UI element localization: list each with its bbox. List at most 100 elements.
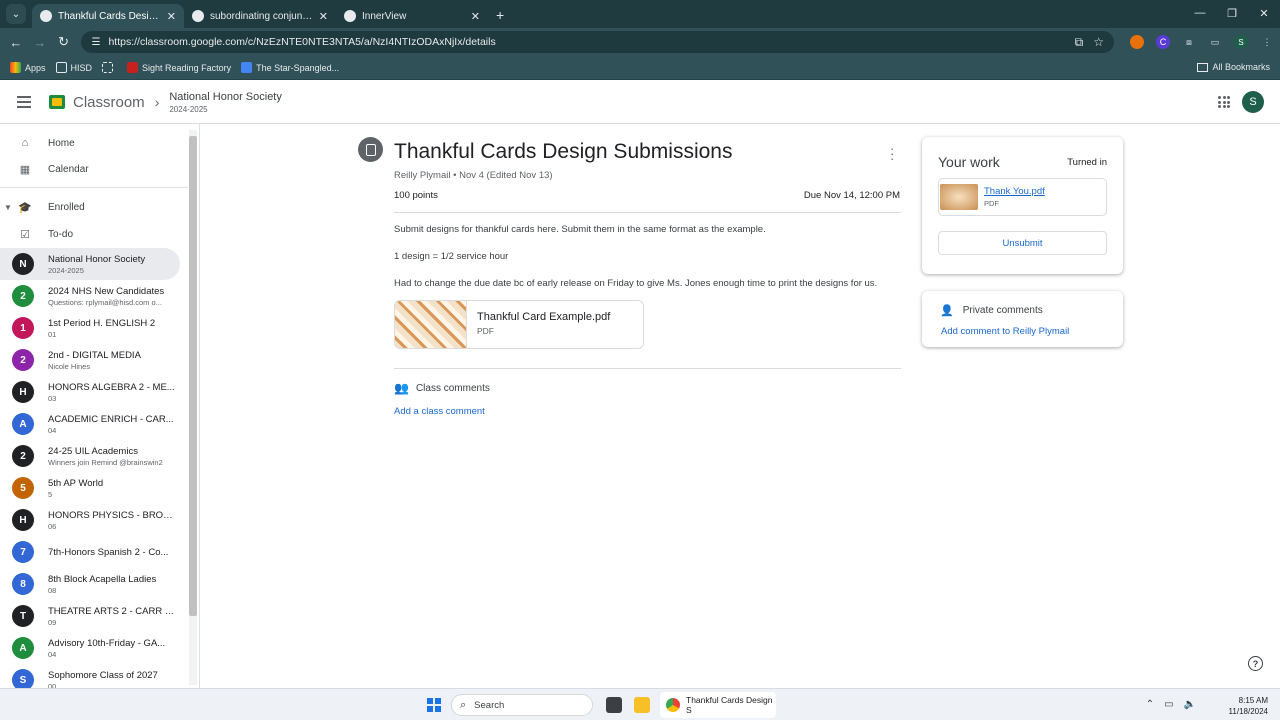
browser-tab-2[interactable]: InnerView ✕ (336, 4, 488, 28)
classroom-logo-icon[interactable] (49, 95, 65, 109)
scrollbar-thumb[interactable] (189, 136, 197, 616)
breadcrumb[interactable]: National Honor Society 2024-2025 (169, 91, 282, 114)
add-class-comment-link[interactable]: Add a class comment (394, 406, 485, 417)
assignment-meta: Reilly Plymail • Nov 4 (Edited Nov 13) (394, 170, 553, 181)
restore-icon[interactable]: ❐ (1216, 0, 1248, 26)
divider (394, 368, 901, 369)
profile-icon[interactable]: S (1234, 35, 1249, 49)
more-options-icon[interactable]: · · · (890, 142, 896, 165)
cast-icon[interactable]: ▭ (1208, 35, 1222, 49)
main-menu-icon[interactable] (17, 93, 31, 111)
file-name-link[interactable]: Thank You.pdf (984, 186, 1045, 197)
browser-tab-0[interactable]: Thankful Cards Design Submiss ✕ (32, 4, 184, 28)
attachment-card[interactable]: Thankful Card Example.pdf PDF (394, 300, 644, 349)
brand-name[interactable]: Classroom (73, 94, 145, 111)
sidebar-class-1[interactable]: 2 2024 NHS New Candidates Questions: rply… (0, 280, 180, 312)
class-name: 5th AP World (48, 477, 104, 489)
close-window-icon[interactable]: ✕ (1248, 0, 1280, 26)
avatar[interactable]: S (1242, 91, 1264, 113)
volume-icon[interactable]: 🔈 (1184, 699, 1196, 710)
install-icon[interactable]: ⧉ (1075, 35, 1084, 50)
sidebar-class-7[interactable]: 5 5th AP World 5 (0, 472, 180, 504)
sidebar-class-5[interactable]: A ACADEMIC ENRICH - CAR... 04 (0, 408, 180, 440)
bookmarks-bar: Apps HISD Sight Reading Factory The Star… (0, 56, 1280, 80)
bookmark-star-icon[interactable]: ☆ (1093, 35, 1104, 49)
class-sub: Nicole Hines (48, 361, 91, 371)
site-info-icon[interactable]: ☰ (91, 37, 100, 48)
sidebar-item-todo[interactable]: ☑ To-do (0, 221, 188, 247)
sidebar-class-3[interactable]: 2 2nd - DIGITAL MEDIA Nicole Hines (0, 344, 180, 376)
add-private-comment-link[interactable]: Add comment to Reilly Plymail (941, 326, 1069, 337)
all-bookmarks[interactable]: All Bookmarks (1197, 62, 1270, 72)
sidebar-class-9[interactable]: 7 7th-Honors Spanish 2 - Co... (0, 536, 180, 568)
reload-icon[interactable]: ↻ (52, 34, 76, 50)
sidebar-class-12[interactable]: A Advisory 10th-Friday - GA... 04 (0, 632, 180, 664)
sidebar-scrollbar[interactable] (189, 130, 197, 685)
close-tab-icon[interactable]: ✕ (471, 10, 480, 23)
sidebar-item-enrolled[interactable]: ▼ 🎓 Enrolled (0, 194, 188, 220)
bookmark-apps[interactable]: Apps (10, 62, 46, 73)
close-tab-icon[interactable]: ✕ (319, 10, 328, 23)
address-bar[interactable]: ☰ https://classroom.google.com/c/NzEzNTE… (81, 31, 1115, 53)
sidebar-item-label: Enrolled (48, 201, 85, 213)
class-avatar: T (12, 605, 34, 627)
grid-icon (102, 62, 114, 73)
tab-title: Thankful Cards Design Submiss (58, 10, 161, 22)
class-avatar: 5 (12, 477, 34, 499)
class-avatar: H (12, 381, 34, 403)
bookmark-sight-reading[interactable]: Sight Reading Factory (127, 62, 231, 73)
bookmark-label: The Star-Spangled... (256, 62, 340, 73)
forward-icon[interactable]: → (28, 35, 52, 50)
tab-search-button[interactable]: ⌄ (6, 4, 26, 24)
taskbar-app-label: Thankful Cards Design S (686, 695, 773, 715)
class-avatar: H (12, 509, 34, 531)
task-view-icon[interactable] (606, 697, 622, 713)
unsubmit-button[interactable]: Unsubmit (938, 231, 1107, 255)
class-avatar: 1 (12, 317, 34, 339)
bookmark-hisd[interactable]: HISD (55, 62, 92, 73)
google-apps-icon[interactable] (1218, 96, 1230, 108)
class-name: 8th Block Acapella Ladies (48, 573, 157, 585)
sidebar-class-8[interactable]: H HONORS PHYSICS - BROW... 06 (0, 504, 180, 536)
windows-start-icon[interactable] (427, 698, 441, 712)
sidebar-class-13[interactable]: S Sophomore Class of 2027 00 (0, 664, 180, 688)
taskbar-chrome-app[interactable]: Thankful Cards Design S (660, 692, 776, 718)
sidebar-class-4[interactable]: H HONORS ALGEBRA 2 - ME... 03 (0, 376, 180, 408)
submitted-file[interactable]: Thank You.pdf PDF (938, 178, 1107, 216)
caret-down-icon[interactable]: ▼ (4, 203, 12, 212)
back-icon[interactable]: ← (4, 35, 28, 50)
sidebar-class-0[interactable]: N National Honor Society 2024-2025 (0, 248, 180, 280)
taskbar: ⌕ Search Thankful Cards Design S ⌃ ▭ 🔈 8… (0, 688, 1280, 720)
bookmark-grid[interactable] (102, 62, 117, 73)
extension-c-icon[interactable]: C (1156, 35, 1171, 49)
sidebar-class-6[interactable]: 2 24-25 UIL Academics Winners join Remind… (0, 440, 180, 472)
file-explorer-icon[interactable] (634, 697, 650, 713)
folder-icon (1197, 62, 1209, 72)
breadcrumb-class: National Honor Society (169, 90, 282, 103)
sidebar-item-calendar[interactable]: ▦ Calendar (0, 156, 188, 182)
instructions-paragraph: Submit designs for thankful cards here. … (394, 224, 766, 235)
new-tab-button[interactable]: + (496, 7, 504, 23)
sidebar-class-10[interactable]: 8 8th Block Acapella Ladies 08 (0, 568, 180, 600)
sidebar-class-11[interactable]: T THEATRE ARTS 2 - CARR - ... 09 (0, 600, 180, 632)
clock[interactable]: 8:15 AM 11/18/2024 (1229, 695, 1268, 717)
help-icon[interactable]: ? (1248, 656, 1263, 671)
class-avatar: A (12, 413, 34, 435)
attachment-thumbnail (395, 301, 467, 348)
attachment-kind: PDF (477, 326, 494, 336)
extension-icon[interactable] (1130, 35, 1145, 49)
minimize-icon[interactable]: — (1184, 0, 1216, 26)
calendar-icon: ▦ (19, 163, 31, 176)
chevron-up-icon[interactable]: ⌃ (1146, 699, 1154, 710)
network-icon[interactable]: ▭ (1164, 699, 1173, 710)
close-tab-icon[interactable]: ✕ (167, 10, 176, 23)
sidebar-item-home[interactable]: ⌂ Home (0, 130, 188, 156)
browser-tab-1[interactable]: subordinating conjunctions - G ✕ (184, 4, 336, 28)
sidebar-class-2[interactable]: 1 1st Period H. ENGLISH 2 01 (0, 312, 180, 344)
puzzle-icon[interactable]: ⧈ (1182, 35, 1196, 49)
taskbar-search[interactable]: ⌕ Search (451, 694, 593, 716)
class-avatar: N (12, 253, 34, 275)
bookmark-star-spangled[interactable]: The Star-Spangled... (241, 62, 339, 73)
menu-dots-icon[interactable]: ⋮ (1260, 35, 1274, 49)
class-name: Advisory 10th-Friday - GA... (48, 637, 166, 649)
